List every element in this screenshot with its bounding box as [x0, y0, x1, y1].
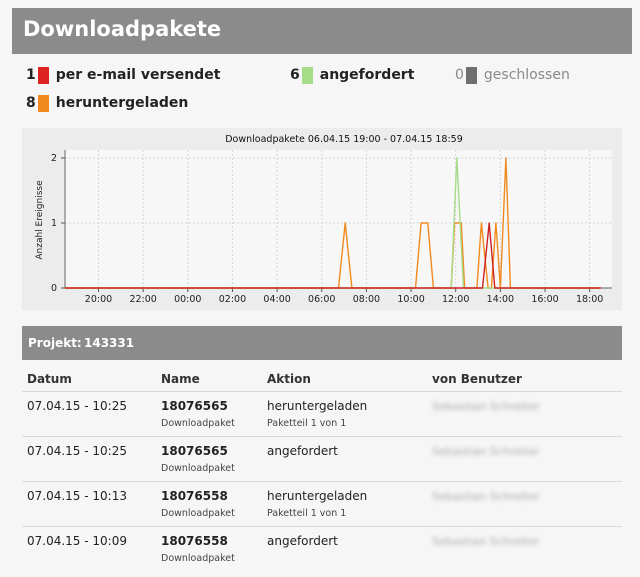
cell-aktion: heruntergeladen [267, 399, 368, 413]
table-divider [22, 391, 622, 392]
cell-aktion-sub: Paketteil 1 von 1 [267, 418, 347, 429]
cell-name-sub: Downloadpaket [161, 463, 235, 474]
y-axis-label: Anzahl Ereignisse [35, 180, 45, 260]
stat-label: heruntergeladen [55, 95, 189, 111]
color-swatch [37, 94, 49, 112]
cell-name-sub: Downloadpaket [161, 508, 235, 519]
project-label: Projekt: [28, 336, 82, 350]
chart-svg: Downloadpakete 06.04.15 19:00 - 07.04.15… [35, 134, 612, 305]
col-name[interactable]: Name [161, 372, 200, 386]
x-tick-label: 02:00 [219, 294, 246, 305]
plot-area [65, 150, 612, 288]
x-tick-label: 04:00 [263, 294, 290, 305]
cell-aktion: heruntergeladen [267, 489, 368, 503]
stat-angefordert: 6 angefordert [290, 66, 414, 84]
stat-heruntergeladen: 8 heruntergeladen [26, 94, 188, 112]
x-tick-label: 14:00 [487, 294, 514, 305]
y-tick-label: 0 [51, 283, 57, 294]
cell-datum: 07.04.15 - 10:13 [27, 489, 127, 503]
x-tick-label: 20:00 [85, 294, 112, 305]
color-swatch [37, 66, 49, 84]
cell-name[interactable]: 18076558 [161, 534, 228, 548]
cell-name[interactable]: 18076565 [161, 444, 228, 458]
x-tick-label: 16:00 [531, 294, 558, 305]
project-bar: Projekt: 143331 [22, 326, 622, 360]
cell-user: Sebastian Schreiter [432, 445, 540, 458]
color-swatch [465, 66, 477, 84]
col-datum[interactable]: Datum [27, 372, 72, 386]
stat-count: 0 [455, 67, 464, 83]
cell-user: Sebastian Schreiter [432, 535, 540, 548]
x-tick-label: 00:00 [174, 294, 201, 305]
table-divider [22, 481, 622, 482]
page-title: Downloadpakete [23, 17, 222, 41]
x-tick-label: 10:00 [397, 294, 424, 305]
cell-datum: 07.04.15 - 10:25 [27, 444, 127, 458]
x-tick-label: 08:00 [353, 294, 380, 305]
cell-name-sub: Downloadpaket [161, 418, 235, 429]
color-swatch [301, 66, 313, 84]
stat-count: 6 [290, 67, 300, 83]
x-tick-label: 22:00 [129, 294, 156, 305]
x-tick-label: 06:00 [308, 294, 335, 305]
cell-name[interactable]: 18076565 [161, 399, 228, 413]
col-benutzer[interactable]: von Benutzer [432, 372, 522, 386]
stat-count: 8 [26, 95, 36, 111]
cell-aktion-sub: Paketteil 1 von 1 [267, 508, 347, 519]
chart-title: Downloadpakete 06.04.15 19:00 - 07.04.15… [225, 134, 463, 145]
table-divider [22, 526, 622, 527]
cell-aktion: angefordert [267, 534, 338, 548]
cell-aktion: angefordert [267, 444, 338, 458]
stat-label: angefordert [319, 67, 415, 83]
cell-datum: 07.04.15 - 10:09 [27, 534, 127, 548]
page-header: Downloadpakete [12, 8, 632, 54]
download-chart: Downloadpakete 06.04.15 19:00 - 07.04.15… [22, 128, 622, 310]
stat-per-email: 1 per e-mail versendet [26, 66, 220, 84]
cell-datum: 07.04.15 - 10:25 [27, 399, 127, 413]
stat-count: 1 [26, 67, 36, 83]
x-tick-label: 12:00 [442, 294, 469, 305]
cell-name-sub: Downloadpaket [161, 553, 235, 564]
cell-name[interactable]: 18076558 [161, 489, 228, 503]
y-tick-label: 2 [51, 153, 57, 164]
cell-user: Sebastian Schreiter [432, 400, 540, 413]
stat-label: per e-mail versendet [55, 67, 221, 83]
cell-user: Sebastian Schreiter [432, 490, 540, 503]
stat-label: geschlossen [483, 67, 570, 83]
project-id: 143331 [84, 336, 135, 350]
col-aktion[interactable]: Aktion [267, 372, 311, 386]
x-tick-label: 18:00 [576, 294, 603, 305]
stat-geschlossen: 0 geschlossen [455, 66, 570, 84]
table-divider [22, 436, 622, 437]
y-tick-label: 1 [51, 218, 57, 229]
